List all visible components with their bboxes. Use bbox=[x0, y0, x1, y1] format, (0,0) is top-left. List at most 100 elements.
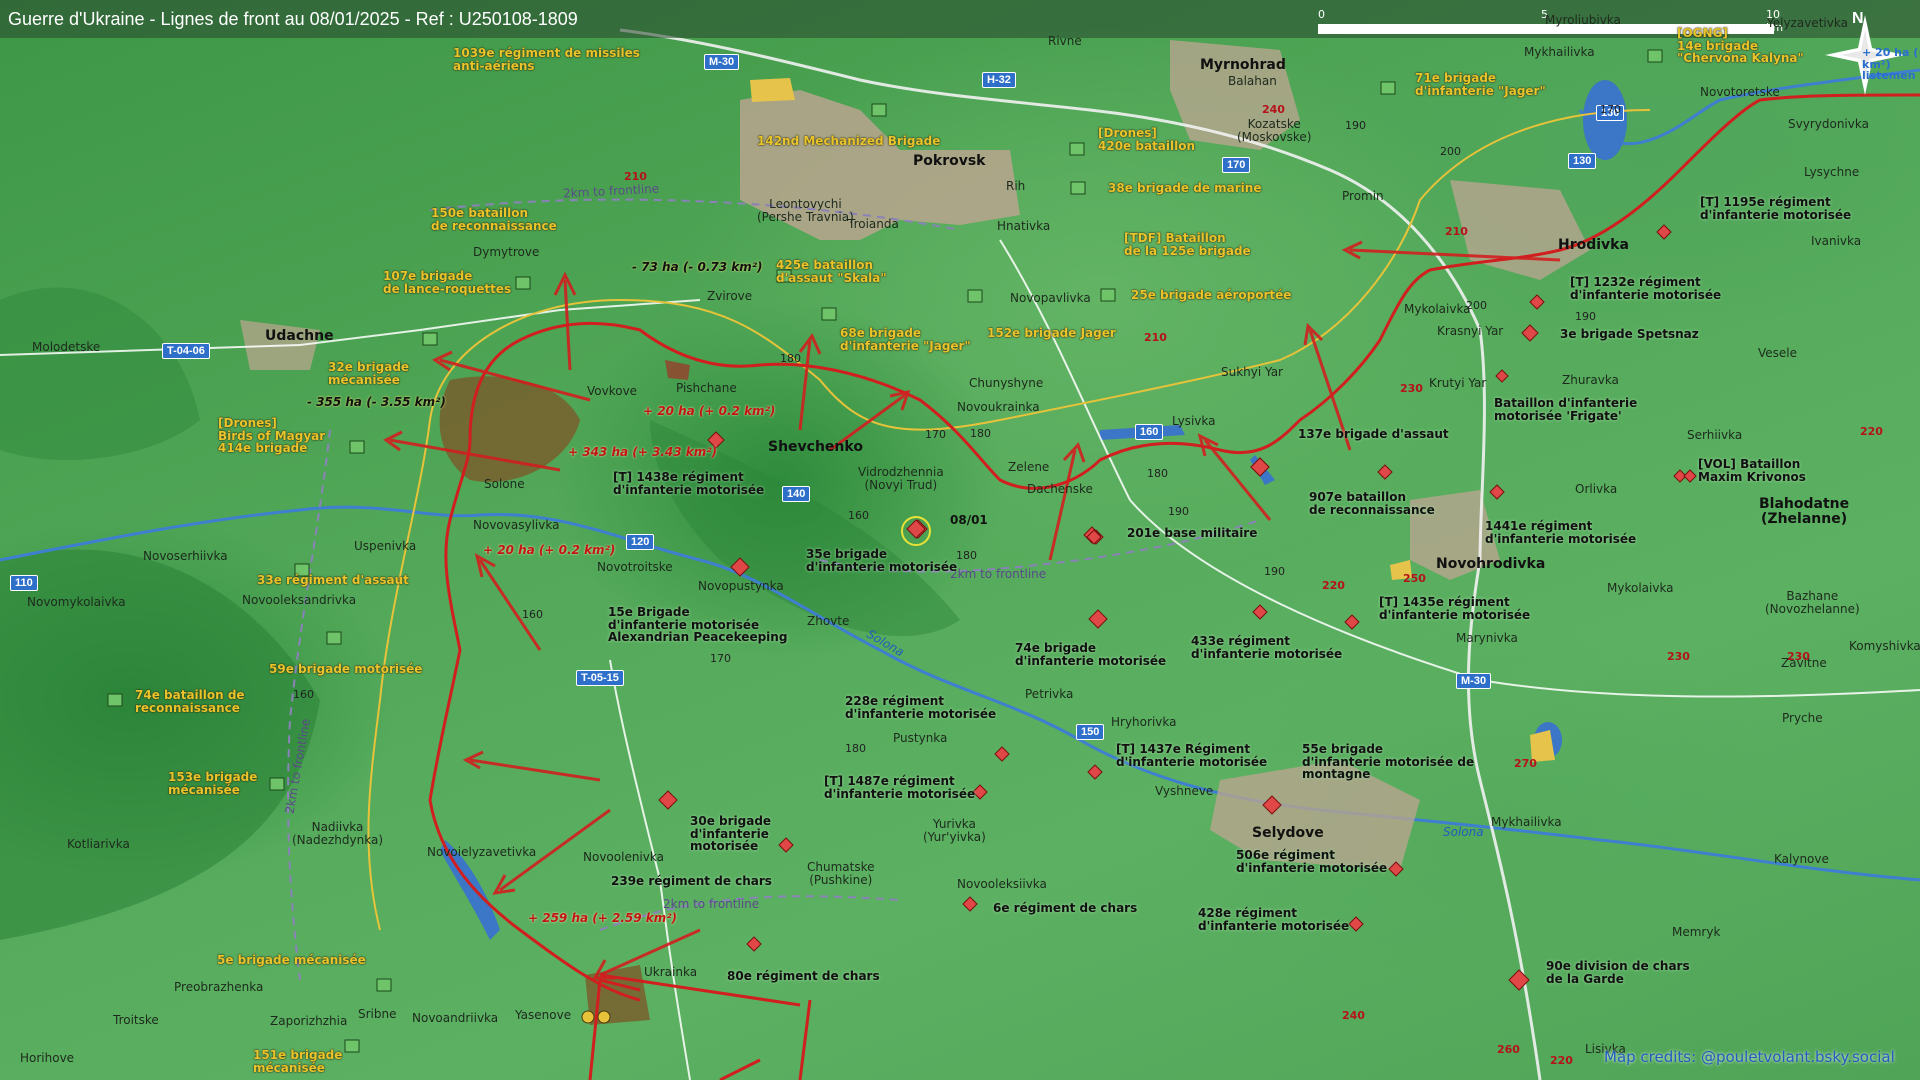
town-vovkove[interactable]: Vovkove bbox=[587, 385, 637, 398]
town-dachenske[interactable]: Dachenske bbox=[1027, 483, 1093, 496]
town-dymytrove[interactable]: Dymytrove bbox=[473, 246, 539, 259]
town-leontovychi[interactable]: Leontovychi (Pershe Travnia) bbox=[757, 198, 854, 223]
ru-unit-label[interactable]: Bataillon d'infanterie motorisée 'Frigat… bbox=[1494, 397, 1637, 422]
ua-unit-label[interactable]: 425e bataillon d'assaut "Skala" bbox=[776, 259, 887, 284]
ua-unit-label[interactable]: 5e brigade mécanisée bbox=[217, 954, 366, 967]
ua-unit-label[interactable]: [Drones] 420e bataillon bbox=[1098, 127, 1195, 152]
ua-unit-label[interactable]: 150e bataillon de reconnaissance bbox=[431, 207, 557, 232]
town-pryche[interactable]: Pryche bbox=[1782, 712, 1823, 725]
map-canvas[interactable]: Guerre d'Ukraine - Lignes de front au 08… bbox=[0, 0, 1920, 1080]
town-mykolaivka-n[interactable]: Mykolaivka bbox=[1404, 303, 1471, 316]
ru-unit-label[interactable]: 15e Brigade d'infanterie motorisée Alexa… bbox=[608, 606, 787, 644]
ru-unit-label[interactable]: [T] 1438e régiment d'infanterie motorisé… bbox=[613, 471, 764, 496]
ua-unit-label[interactable]: 68e brigade d'infanterie "Jager" bbox=[840, 327, 971, 352]
town-rih[interactable]: Rih bbox=[1006, 180, 1025, 193]
town-serhiivka[interactable]: Serhiivka bbox=[1687, 429, 1742, 442]
ua-unit-label[interactable]: [TDF] Bataillon de la 125e brigade bbox=[1124, 232, 1251, 257]
town-memryk[interactable]: Memryk bbox=[1672, 926, 1720, 939]
town-zaporizhzhia[interactable]: Zaporizhzhia bbox=[270, 1015, 347, 1028]
town-kozatske[interactable]: Kozatske (Moskovske) bbox=[1237, 118, 1311, 143]
town-blahodatne[interactable]: Blahodatne (Zhelanne) bbox=[1759, 497, 1849, 527]
ua-unit-label[interactable]: 38e brigade de marine bbox=[1108, 182, 1261, 195]
ru-unit-label[interactable]: 137e brigade d'assaut bbox=[1298, 428, 1449, 441]
town-krutyi-yar[interactable]: Krutyi Yar bbox=[1429, 377, 1486, 390]
ru-unit-label[interactable]: 428e régiment d'infanterie motorisée bbox=[1198, 907, 1349, 932]
ru-unit-label[interactable]: [T] 1195e régiment d'infanterie motorisé… bbox=[1700, 196, 1851, 221]
town-troianda[interactable]: Troianda bbox=[848, 218, 899, 231]
town-kalynove[interactable]: Kalynove bbox=[1774, 853, 1829, 866]
ru-unit-label[interactable]: 3e brigade Spetsnaz bbox=[1560, 328, 1699, 341]
ru-unit-label[interactable]: [T] 1487e régiment d'infanterie motorisé… bbox=[824, 775, 975, 800]
town-novooleksandrivka[interactable]: Novooleksandrivka bbox=[242, 594, 356, 607]
town-chunyshyne[interactable]: Chunyshyne bbox=[969, 377, 1043, 390]
town-uspenivka[interactable]: Uspenivka bbox=[354, 540, 416, 553]
ru-unit-label[interactable]: 6e régiment de chars bbox=[993, 902, 1137, 915]
ru-unit-label[interactable]: 35e brigade d'infanterie motorisée bbox=[806, 548, 957, 573]
town-balahan[interactable]: Balahan bbox=[1228, 75, 1277, 88]
town-zvirove[interactable]: Zvirove bbox=[707, 290, 752, 303]
town-zhuravka[interactable]: Zhuravka bbox=[1562, 374, 1619, 387]
town-pokrovsk[interactable]: Pokrovsk bbox=[913, 154, 985, 169]
ua-unit-label[interactable]: 25e brigade aéroportée bbox=[1131, 289, 1291, 302]
ua-unit-label[interactable]: 59e brigade motorisée bbox=[269, 663, 422, 676]
ua-unit-label[interactable]: 1039e régiment de missiles anti-aériens bbox=[453, 47, 640, 72]
town-bazhane[interactable]: Bazhane (Novozhelanne) bbox=[1765, 590, 1860, 615]
town-orlivka[interactable]: Orlivka bbox=[1575, 483, 1617, 496]
ru-unit-label[interactable]: [T] 1435e régiment d'infanterie motorisé… bbox=[1379, 596, 1530, 621]
town-novoserhiivka[interactable]: Novoserhiivka bbox=[143, 550, 228, 563]
ru-unit-label[interactable]: [T] 1437e Régiment d'infanterie motorisé… bbox=[1116, 743, 1267, 768]
town-hnativka[interactable]: Hnativka bbox=[997, 220, 1050, 233]
town-selydove[interactable]: Selydove bbox=[1252, 826, 1324, 841]
ru-unit-label[interactable]: [T] 1232e régiment d'infanterie motorisé… bbox=[1570, 276, 1721, 301]
ru-unit-label[interactable]: 201e base militaire bbox=[1127, 527, 1257, 540]
town-chumatske[interactable]: Chumatske (Pushkine) bbox=[807, 861, 875, 886]
town-novopustynka[interactable]: Novopustynka bbox=[698, 580, 784, 593]
ua-unit-label[interactable]: [Drones] Birds of Magyar 414e brigade bbox=[218, 417, 325, 455]
ru-unit-label[interactable]: 433e régiment d'infanterie motorisée bbox=[1191, 635, 1342, 660]
town-krasnyi-yar[interactable]: Krasnyi Yar bbox=[1437, 325, 1503, 338]
ru-unit-label[interactable]: 90e division de chars de la Garde bbox=[1546, 960, 1690, 985]
town-udachne[interactable]: Udachne bbox=[265, 329, 334, 344]
ua-unit-label[interactable]: [OGNG] 14e brigade "Chervona Kalyna" bbox=[1677, 27, 1804, 65]
town-vidrodzhennia[interactable]: Vidrodzhennia (Novyi Trud) bbox=[858, 466, 944, 491]
ua-unit-label[interactable]: 152e brigade Jager bbox=[987, 327, 1116, 340]
ru-unit-label[interactable]: 506e régiment d'infanterie motorisée bbox=[1236, 849, 1387, 874]
town-mykolaivka-s[interactable]: Mykolaivka bbox=[1607, 582, 1674, 595]
town-vyshneve[interactable]: Vyshneve bbox=[1155, 785, 1213, 798]
town-novoolenivka[interactable]: Novoolenivka bbox=[583, 851, 664, 864]
town-ivanivka[interactable]: Ivanivka bbox=[1811, 235, 1861, 248]
town-yurivka[interactable]: Yurivka (Yur'yivka) bbox=[923, 818, 986, 843]
town-promin[interactable]: Promin bbox=[1342, 190, 1384, 203]
ru-unit-label[interactable]: 228e régiment d'infanterie motorisée bbox=[845, 695, 996, 720]
town-komyshivka[interactable]: Komyshivka bbox=[1849, 640, 1920, 653]
town-nadiivka[interactable]: Nadiivka (Nadezhdynka) bbox=[292, 821, 383, 846]
ru-unit-label[interactable]: 80e régiment de chars bbox=[727, 970, 880, 983]
ru-unit-label[interactable]: 1441e régiment d'infanterie motorisée bbox=[1485, 520, 1636, 545]
ua-unit-label[interactable]: 32e brigade mécanisée bbox=[328, 361, 409, 386]
town-pishchane[interactable]: Pishchane bbox=[676, 382, 737, 395]
town-novopavlivka[interactable]: Novopavlivka bbox=[1010, 292, 1091, 305]
town-rivne[interactable]: Rivne bbox=[1048, 35, 1082, 48]
ua-unit-label[interactable]: 74e bataillon de reconnaissance bbox=[135, 689, 245, 714]
ua-unit-label[interactable]: 33e régiment d'assaut bbox=[257, 574, 409, 587]
ua-unit-label[interactable]: 107e brigade de lance-roquettes bbox=[383, 270, 511, 295]
town-yasenove[interactable]: Yasenove bbox=[515, 1009, 571, 1022]
town-sukhyi-yar[interactable]: Sukhyi Yar bbox=[1221, 366, 1283, 379]
town-molodetske[interactable]: Molodetske bbox=[32, 341, 100, 354]
town-novohrodivka[interactable]: Novohrodivka bbox=[1436, 557, 1545, 572]
town-sribne[interactable]: Sribne bbox=[358, 1008, 397, 1021]
town-svyrydonivka[interactable]: Svyrydonivka bbox=[1788, 118, 1869, 131]
ua-unit-label[interactable]: 151e brigade mécanisée bbox=[253, 1049, 342, 1074]
town-novotroitske[interactable]: Novotroitske bbox=[597, 561, 673, 574]
town-novoukrainka[interactable]: Novoukrainka bbox=[957, 401, 1040, 414]
town-myroliubivka[interactable]: Myroliubivka bbox=[1545, 14, 1621, 27]
town-novoandriivka[interactable]: Novoandriivka bbox=[412, 1012, 498, 1025]
town-troitske[interactable]: Troitske bbox=[113, 1014, 159, 1027]
town-mykhailivka-s[interactable]: Mykhailivka bbox=[1491, 816, 1562, 829]
ru-unit-label[interactable]: 907e bataillon de reconnaissance bbox=[1309, 491, 1435, 516]
town-zelene[interactable]: Zelene bbox=[1008, 461, 1049, 474]
town-novomykolaivka[interactable]: Novomykolaivka bbox=[27, 596, 126, 609]
town-hryhorivka[interactable]: Hryhorivka bbox=[1111, 716, 1176, 729]
town-marynivka[interactable]: Marynivka bbox=[1456, 632, 1518, 645]
ru-unit-label[interactable]: 239e régiment de chars bbox=[611, 875, 772, 888]
